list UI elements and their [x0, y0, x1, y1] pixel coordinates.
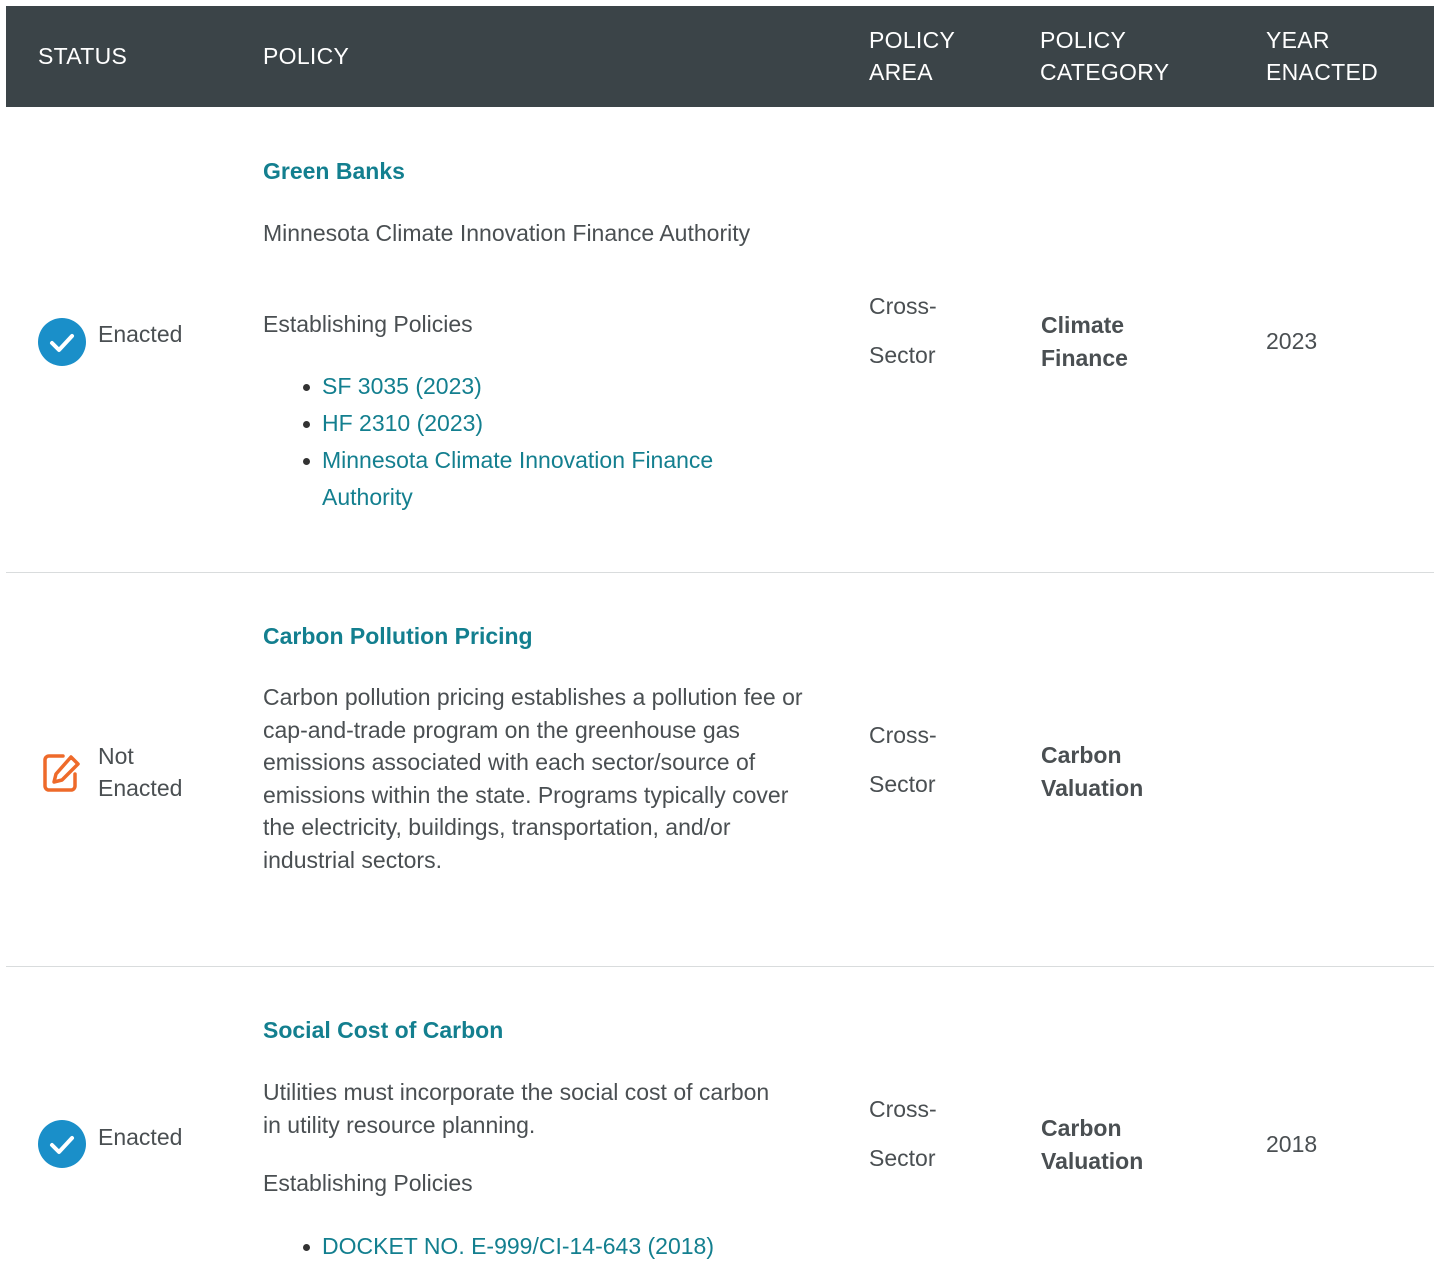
- policy-link[interactable]: HF 2310 (2023): [322, 410, 483, 436]
- edit-icon: [43, 754, 80, 792]
- list-item: DOCKET NO. E-999/CI-14-643 (2018): [303, 1228, 802, 1265]
- column-header-policy-category-line2: CATEGORY: [1040, 59, 1170, 85]
- policy-link[interactable]: Minnesota Climate Innovation Finance Aut…: [322, 447, 713, 510]
- establishing-policies-label: Establishing Policies: [263, 311, 473, 337]
- status-label: Enacted: [98, 1124, 183, 1150]
- policy-area-cell: Cross- Sector: [869, 1085, 937, 1183]
- column-header-year-enacted-line1: YEAR: [1266, 27, 1330, 53]
- policy-area-cell: Cross- Sector: [869, 711, 937, 809]
- policy-category: Climate Finance: [1041, 312, 1128, 371]
- policy-area-line2: Sector: [869, 771, 936, 797]
- year-enacted: 2018: [1266, 1131, 1318, 1157]
- policy-title-link[interactable]: Social Cost of Carbon: [263, 1015, 503, 1045]
- column-header-policy-area[interactable]: POLICY AREA: [869, 24, 955, 88]
- list-item: SF 3035 (2023): [303, 368, 802, 405]
- row-divider: [6, 966, 1434, 967]
- list-item: Minnesota Climate Innovation Finance Aut…: [303, 442, 802, 516]
- policy-description: Carbon pollution pricing establishes a p…: [263, 684, 803, 873]
- check-circle-icon: [38, 1120, 86, 1168]
- column-header-policy-area-line1: POLICY: [869, 27, 956, 53]
- table-header: STATUS POLICY POLICY AREA POLICY CATEGOR…: [6, 6, 1434, 107]
- policy-area-line1: Cross-: [869, 722, 937, 748]
- column-header-policy-category-line1: POLICY: [1040, 27, 1127, 53]
- policy-category: Carbon Valuation: [1041, 742, 1144, 801]
- column-header-policy-area-line2: AREA: [869, 59, 933, 85]
- establishing-policies-label: Establishing Policies: [263, 1170, 473, 1196]
- policy-description: Minnesota Climate Innovation Finance Aut…: [263, 220, 751, 246]
- status-label: Enacted: [98, 321, 183, 347]
- column-header-year-enacted-line2: ENACTED: [1266, 59, 1379, 85]
- status-label-line1: Not: [98, 743, 134, 769]
- policy-description: Utilities must incorporate the social co…: [263, 1079, 770, 1138]
- policy-title-link[interactable]: Green Banks: [263, 156, 405, 186]
- policy-area-line2: Sector: [869, 1145, 936, 1171]
- column-header-policy[interactable]: POLICY: [263, 40, 349, 72]
- policy-title-link[interactable]: Carbon Pollution Pricing: [263, 621, 533, 651]
- establishing-policies-list: DOCKET NO. E-999/CI-14-643 (2018): [300, 1228, 802, 1265]
- policy-link[interactable]: SF 3035 (2023): [322, 373, 482, 399]
- check-circle-icon: [38, 318, 86, 366]
- column-header-policy-category[interactable]: POLICY CATEGORY: [1040, 24, 1169, 88]
- row-divider: [6, 572, 1434, 573]
- status-label: Not Enacted: [98, 740, 182, 804]
- policy-area-cell: Cross- Sector: [869, 282, 937, 380]
- policy-area-line1: Cross-: [869, 1096, 937, 1122]
- column-header-status[interactable]: STATUS: [38, 40, 127, 72]
- establishing-policies-list: SF 3035 (2023) HF 2310 (2023) Minnesota …: [300, 368, 802, 516]
- policy-link[interactable]: DOCKET NO. E-999/CI-14-643 (2018): [322, 1233, 714, 1259]
- policy-category: Carbon Valuation: [1041, 1115, 1144, 1174]
- status-label-line2: Enacted: [98, 775, 183, 801]
- column-header-year-enacted[interactable]: YEAR ENACTED: [1266, 24, 1378, 88]
- policy-area-line2: Sector: [869, 342, 936, 368]
- year-enacted: 2023: [1266, 328, 1318, 354]
- policy-area-line1: Cross-: [869, 293, 937, 319]
- list-item: HF 2310 (2023): [303, 405, 802, 442]
